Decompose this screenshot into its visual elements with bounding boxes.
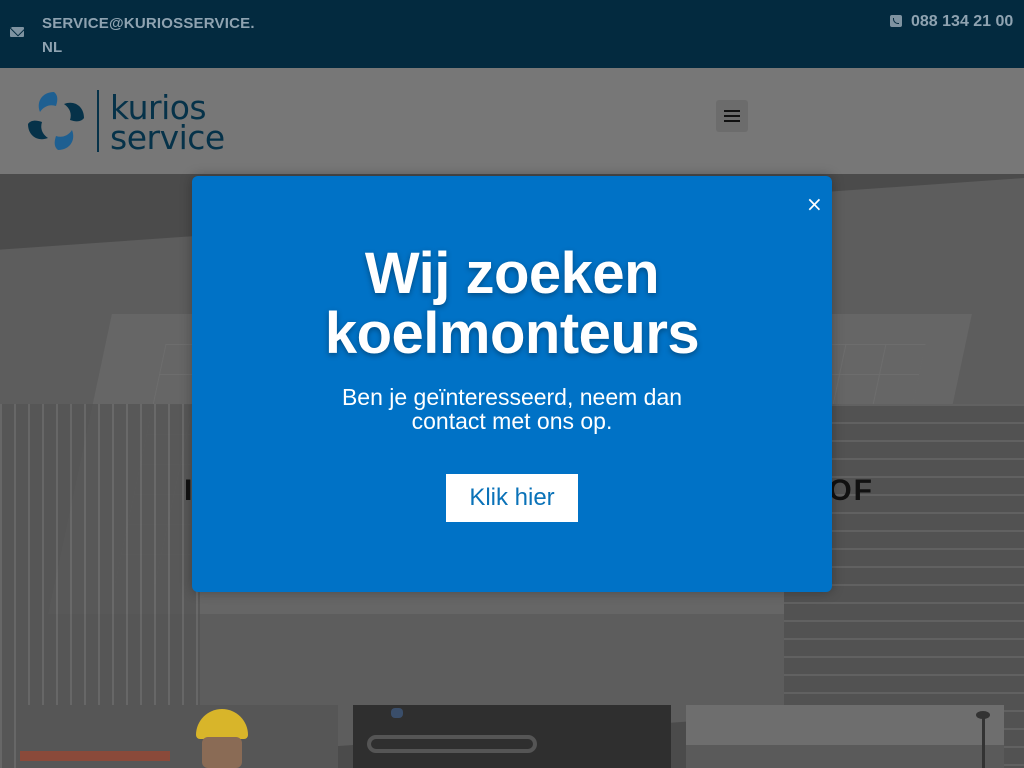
site-logo[interactable]: kurios service: [24, 88, 244, 157]
top-contact-bar: SERVICE@KURIOSSERVICE.NL 088 134 21 00: [0, 0, 1024, 68]
logo-divider: [97, 90, 99, 152]
popup-title: Wij zoeken koelmonteurs: [324, 241, 700, 366]
close-icon[interactable]: ×: [806, 194, 823, 214]
popup-subtitle: Ben je geïnteresseerd, neem dan contact …: [341, 384, 683, 434]
email-link[interactable]: SERVICE@KURIOSSERVICE.NL: [42, 12, 258, 60]
menu-toggle-button[interactable]: [716, 100, 748, 132]
logo-mark-icon: [28, 92, 84, 150]
phone-link[interactable]: 088 134 21 00: [911, 12, 1013, 32]
service-card-image[interactable]: [353, 705, 671, 768]
envelope-icon: [10, 27, 24, 37]
recruitment-popup: × Wij zoeken koelmonteurs Ben je geïnter…: [192, 176, 832, 592]
service-card-image[interactable]: [686, 705, 1004, 768]
phone-icon: [890, 15, 902, 27]
logo-text-line2: service: [110, 118, 225, 157]
site-header: kurios service: [0, 68, 1024, 174]
klik-hier-button[interactable]: Klik hier: [446, 474, 578, 522]
hamburger-icon: [724, 110, 740, 112]
service-card-image[interactable]: [20, 705, 338, 768]
